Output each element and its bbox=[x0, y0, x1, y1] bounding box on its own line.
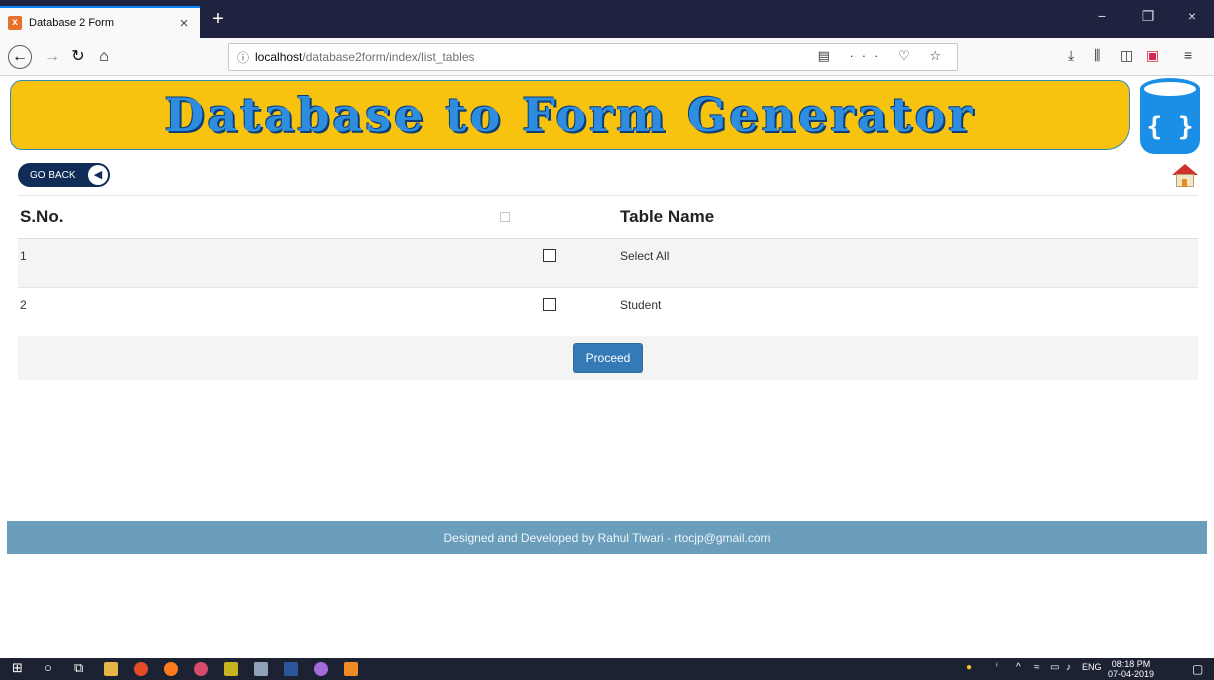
page-footer: Designed and Developed by Rahul Tiwari -… bbox=[7, 521, 1207, 554]
site-info-icon[interactable]: ⓘ bbox=[237, 49, 249, 66]
close-tab-icon[interactable]: × bbox=[176, 15, 192, 32]
windows-start-icon[interactable]: ⊞ bbox=[12, 660, 23, 676]
notification-icon[interactable]: ▢ bbox=[1192, 662, 1203, 676]
proceed-button[interactable]: Proceed bbox=[573, 343, 643, 373]
clock-date: 07-04-2019 bbox=[1108, 669, 1155, 679]
menu-icon[interactable]: ≡ bbox=[1184, 47, 1192, 63]
page-actions[interactable]: ▤ ··· ♡ ☆ bbox=[818, 48, 949, 64]
home-browser-icon[interactable]: ⌂ bbox=[92, 45, 116, 69]
windows-taskbar: ⊞ ○ ⧉ ● ⁱ ^ ≈ ▭ ♪ ENG 08:18 PM 07-04-201… bbox=[0, 658, 1214, 680]
header-checkbox[interactable] bbox=[500, 212, 510, 223]
firefox-icon[interactable] bbox=[164, 662, 178, 676]
new-tab-button[interactable]: + bbox=[206, 8, 230, 31]
select-all-checkbox[interactable] bbox=[543, 248, 556, 262]
app-icon[interactable] bbox=[194, 662, 208, 676]
go-back-label: GO BACK bbox=[30, 169, 76, 181]
tray-expand-icon[interactable]: ^ bbox=[1016, 662, 1021, 673]
reload-icon[interactable]: ↻ bbox=[66, 45, 90, 69]
row-sno: 2 bbox=[18, 287, 498, 337]
tables-list: S.No. Table Name 1 Select All 2 Student bbox=[18, 197, 1198, 337]
vlc-icon[interactable] bbox=[344, 662, 358, 676]
notepad-icon[interactable] bbox=[224, 662, 238, 676]
sno-header: S.No. bbox=[18, 197, 498, 239]
battery-icon[interactable]: ▭ bbox=[1050, 662, 1059, 673]
xampp-icon: x bbox=[8, 16, 22, 30]
maximize-button[interactable]: ❐ bbox=[1128, 8, 1168, 25]
forward-arrow-icon[interactable]: → bbox=[40, 45, 64, 69]
header-banner: Database to Form Generator bbox=[10, 80, 1130, 150]
language-indicator[interactable]: ENG bbox=[1082, 662, 1102, 672]
help-icon[interactable]: ● bbox=[966, 662, 972, 673]
minimize-button[interactable]: − bbox=[1082, 8, 1122, 24]
wifi-icon[interactable]: ≈ bbox=[1034, 662, 1040, 673]
volume-icon[interactable]: ♪ bbox=[1066, 662, 1071, 673]
people-icon[interactable]: ⁱ bbox=[996, 662, 998, 673]
browser-tab-bar: x Database 2 Form × + − ❐ × bbox=[0, 0, 1214, 38]
pocket-icon[interactable]: ▣ bbox=[1146, 47, 1159, 64]
task-view-icon[interactable]: ⧉ bbox=[74, 660, 83, 676]
close-window-button[interactable]: × bbox=[1172, 8, 1212, 24]
system-clock[interactable]: 08:18 PM 07-04-2019 bbox=[1108, 659, 1154, 679]
url-host: localhost bbox=[255, 50, 303, 64]
banner-title: Database to Form Generator bbox=[164, 88, 976, 142]
checkbox-header bbox=[498, 197, 620, 239]
footer-text: Designed and Developed by Rahul Tiwari -… bbox=[443, 530, 771, 545]
browser-tab[interactable]: x Database 2 Form × bbox=[0, 6, 200, 38]
back-arrow-icon[interactable]: ← bbox=[8, 45, 32, 69]
search-icon[interactable]: ○ bbox=[44, 660, 52, 675]
chrome-icon[interactable] bbox=[134, 662, 148, 676]
action-row: Proceed bbox=[18, 336, 1198, 380]
settings-icon[interactable] bbox=[254, 662, 268, 676]
arrow-left-icon: ◀ bbox=[88, 165, 108, 185]
word-icon[interactable] bbox=[284, 662, 298, 676]
row-check-cell bbox=[498, 287, 620, 337]
row-table-name: Student bbox=[620, 287, 1198, 337]
table-name-header: Table Name bbox=[620, 197, 1198, 239]
student-checkbox[interactable] bbox=[543, 297, 556, 311]
address-bar[interactable]: ⓘ localhost /database2form/index/list_ta… bbox=[228, 43, 958, 71]
browser-nav-bar: ← → ↻ ⌂ ⓘ localhost /database2form/index… bbox=[0, 38, 1214, 76]
database-icon-braces: { } bbox=[1146, 112, 1194, 142]
tab-title: Database 2 Form bbox=[29, 17, 114, 29]
go-back-button[interactable]: GO BACK ◀ bbox=[18, 163, 110, 187]
clock-time: 08:18 PM bbox=[1111, 659, 1151, 669]
sidebar-icon[interactable]: ◫ bbox=[1120, 47, 1133, 64]
home-icon[interactable] bbox=[1172, 164, 1198, 188]
library-icon[interactable]: ⫼ bbox=[1094, 47, 1100, 64]
database-icon: { } bbox=[1140, 78, 1200, 156]
table-row: 2 Student bbox=[18, 287, 1198, 337]
row-table-name: Select All bbox=[620, 238, 1198, 288]
row-sno: 1 bbox=[18, 238, 498, 288]
table-header-row: S.No. Table Name bbox=[18, 197, 1198, 239]
page-toolbar: GO BACK ◀ bbox=[18, 160, 1198, 196]
row-check-cell bbox=[498, 238, 620, 288]
media-icon[interactable] bbox=[314, 662, 328, 676]
url-path: /database2form/index/list_tables bbox=[302, 50, 475, 64]
file-explorer-icon[interactable] bbox=[104, 662, 118, 676]
table-row: 1 Select All bbox=[18, 238, 1198, 288]
download-icon[interactable]: ⤓ bbox=[1068, 47, 1074, 64]
